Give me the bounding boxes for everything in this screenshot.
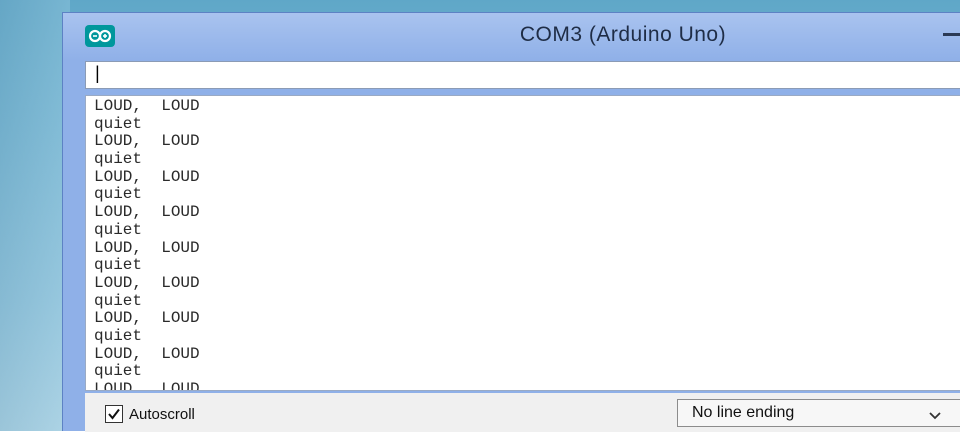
serial-output-line: LOUD, LOUD: [94, 238, 200, 257]
line-ending-value: No line ending: [692, 404, 795, 421]
line-ending-select[interactable]: No line ending: [677, 399, 960, 427]
serial-output-line: quiet: [94, 291, 143, 310]
minimize-button[interactable]: [943, 33, 960, 36]
serial-monitor-window: COM3 (Arduino Uno) LOUD, LOUDquietLOUD, …: [62, 12, 960, 432]
serial-output-line: LOUD, LOUD: [94, 344, 200, 363]
serial-output-line: LOUD, LOUD: [94, 167, 200, 186]
serial-output-line: quiet: [94, 150, 143, 169]
autoscroll-label: Autoscroll: [129, 405, 195, 423]
serial-output-area[interactable]: LOUD, LOUD quiet LOUD, LOUD quiet LOUD, LOUD…: [85, 95, 960, 391]
serial-output-text: LOUD, LOUD quiet LOUD, LOUD quiet LOUD, LOUD…: [94, 97, 200, 391]
serial-output-line: LOUD, LOUD: [94, 97, 200, 115]
serial-output-line: LOUD, LOUD: [94, 203, 200, 222]
serial-output-line: quiet: [94, 185, 143, 204]
autoscroll-toggle[interactable]: Autoscroll: [105, 403, 195, 425]
serial-output-line: LOUD, LOUD: [94, 273, 200, 292]
serial-output-line: quiet: [94, 114, 143, 133]
chevron-down-icon: [928, 407, 942, 425]
checkmark-icon: [108, 408, 120, 420]
arduino-infinity-icon: [85, 25, 115, 47]
serial-output-line: LOUD, LOUD: [94, 380, 200, 391]
autoscroll-checkbox[interactable]: [105, 405, 123, 423]
serial-output-line: quiet: [94, 362, 143, 381]
window-title: COM3 (Arduino Uno): [519, 23, 727, 46]
send-input[interactable]: [85, 61, 960, 89]
serial-output-line: quiet: [94, 256, 143, 275]
title-bar[interactable]: COM3 (Arduino Uno): [63, 13, 960, 61]
serial-output-line: LOUD, LOUD: [94, 132, 200, 151]
serial-output-line: quiet: [94, 220, 143, 239]
desktop-edge: [0, 0, 70, 431]
bottom-bar: Autoscroll No line ending: [85, 393, 960, 432]
serial-output-line: quiet: [94, 326, 143, 345]
serial-output-line: LOUD, LOUD: [94, 309, 200, 328]
